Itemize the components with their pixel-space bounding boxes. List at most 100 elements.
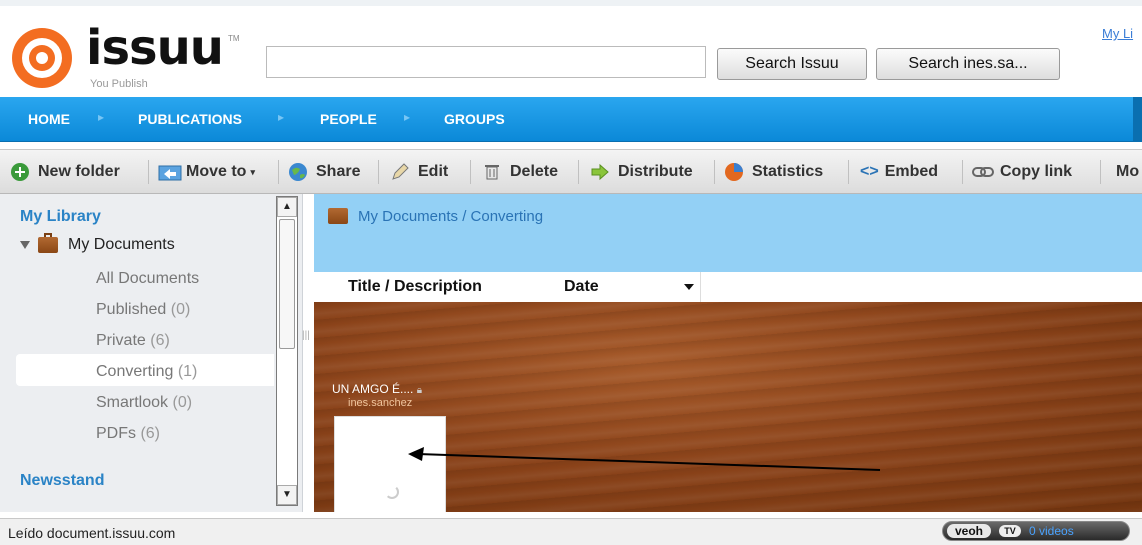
newsstand-title[interactable]: Newsstand (20, 472, 104, 490)
distribute-button[interactable]: Distribute (590, 161, 693, 183)
sidebar-item-converting[interactable]: Converting (1) (96, 363, 197, 381)
brand-name[interactable]: issuu (86, 20, 224, 76)
move-to-label: Move to (186, 163, 247, 180)
scroll-up-icon[interactable]: ▲ (277, 197, 297, 217)
copy-link-label: Copy link (1000, 163, 1073, 180)
nav-people[interactable]: PEOPLE (320, 111, 377, 127)
move-folder-icon (158, 162, 182, 182)
embed-button[interactable]: <> Embed (860, 161, 938, 183)
more-button[interactable]: Mo (1116, 161, 1139, 183)
sidebar-item-published[interactable]: Published (0) (96, 301, 190, 319)
resize-handle[interactable]: ||| (302, 330, 312, 370)
sidebar-item-pdfs[interactable]: PDFs (6) (96, 425, 160, 443)
code-icon: <> (860, 163, 879, 180)
share-button[interactable]: Share (288, 161, 360, 183)
sidebar-item-label: All Documents (96, 270, 200, 287)
pie-chart-icon (724, 162, 746, 182)
divider (962, 160, 963, 184)
library-sidebar: My Library My Documents All Documents Pu… (0, 194, 303, 512)
column-title-description[interactable]: Title / Description (348, 278, 482, 296)
tree-root-label: My Documents (68, 236, 175, 253)
nav-edge (1133, 97, 1142, 141)
search-issuu-button[interactable]: Search Issuu (717, 48, 867, 80)
scroll-down-icon[interactable]: ▼ (277, 485, 297, 505)
new-folder-label: New folder (38, 163, 120, 180)
divider (470, 160, 471, 184)
link-icon (972, 162, 994, 182)
document-thumbnail[interactable] (334, 416, 446, 512)
breadcrumb-bar: My Documents / Converting (314, 194, 1142, 272)
my-library-title[interactable]: My Library (20, 208, 101, 226)
divider (848, 160, 849, 184)
sidebar-item-private[interactable]: Private (6) (96, 332, 170, 350)
sidebar-item-count: (0) (170, 301, 191, 318)
sidebar-item-label: Converting (96, 363, 174, 380)
nav-groups[interactable]: GROUPS (444, 111, 505, 127)
issuu-logo-icon[interactable] (10, 26, 74, 90)
expand-triangle-icon[interactable] (20, 241, 30, 249)
document-title[interactable]: UN AMGO É.... 🔒︎ (332, 382, 422, 396)
veoh-logo: veoh (947, 524, 991, 538)
divider (700, 272, 701, 302)
chevron-down-icon: ▾ (250, 166, 255, 177)
briefcase-icon (328, 208, 348, 224)
trademark: TM (228, 34, 240, 43)
nav-home[interactable]: HOME (28, 111, 70, 127)
main-panel: My Documents / Converting Title / Descri… (314, 194, 1142, 512)
loading-spinner-icon (385, 485, 399, 499)
divider (148, 160, 149, 184)
sidebar-item-smartlook[interactable]: Smartlook (0) (96, 394, 192, 412)
sidebar-item-label: Private (96, 332, 146, 349)
sidebar-item-label: Published (96, 301, 167, 318)
distribute-label: Distribute (618, 163, 693, 180)
new-folder-button[interactable]: New folder (10, 161, 120, 183)
search-input[interactable] (266, 46, 706, 78)
my-library-link[interactable]: My Li (1102, 26, 1133, 41)
status-text: Leído document.issuu.com (8, 525, 176, 541)
divider (1100, 160, 1101, 184)
sort-dropdown-icon[interactable] (684, 284, 694, 290)
statistics-button[interactable]: Statistics (724, 161, 823, 183)
sidebar-item-all-documents[interactable]: All Documents (96, 270, 199, 288)
column-date[interactable]: Date (564, 278, 599, 296)
breadcrumb[interactable]: My Documents / Converting (358, 208, 543, 225)
divider (278, 160, 279, 184)
tree-item-my-documents[interactable]: My Documents (20, 233, 175, 254)
edit-button[interactable]: Edit (390, 161, 448, 183)
sidebar-item-count: (1) (177, 363, 198, 380)
edit-label: Edit (418, 163, 449, 180)
sidebar-item-count: (6) (140, 425, 161, 442)
delete-label: Delete (510, 163, 559, 180)
search-user-button[interactable]: Search ines.sa... (876, 48, 1060, 80)
document-title-text: UN AMGO É.... (332, 382, 414, 396)
sidebar-item-label: Smartlook (96, 394, 169, 411)
veoh-widget[interactable]: veoh TV 0 videos (942, 521, 1130, 541)
divider (714, 160, 715, 184)
veoh-video-count: 0 videos (1029, 524, 1074, 538)
copy-link-button[interactable]: Copy link (972, 161, 1072, 183)
sidebar-item-count: (6) (150, 332, 170, 349)
column-headers: Title / Description Date (314, 272, 1142, 302)
status-bar: Leído document.issuu.com veoh TV 0 video… (0, 518, 1142, 545)
nav-separator-icon: ▸ (404, 110, 411, 124)
header: issuu TM You Publish Search Issuu Search… (0, 0, 1142, 90)
nav-publications[interactable]: PUBLICATIONS (138, 111, 242, 127)
sidebar-scrollbar[interactable]: ▲ ▼ (276, 196, 298, 506)
globe-icon (288, 162, 310, 182)
pencil-icon (390, 162, 412, 182)
scroll-thumb[interactable] (279, 219, 295, 349)
sidebar-item-count: (0) (172, 394, 193, 411)
nav-separator-icon: ▸ (98, 110, 105, 124)
more-label: Mo (1116, 163, 1140, 180)
briefcase-icon (38, 233, 58, 253)
embed-label: Embed (884, 163, 939, 180)
plus-icon (10, 162, 32, 182)
move-to-button[interactable]: Move to ▾ (158, 161, 255, 183)
lock-icon: 🔒︎ (416, 385, 423, 396)
delete-button[interactable]: Delete (482, 161, 558, 183)
document-shelf: UN AMGO É.... 🔒︎ ines.sanchez (314, 302, 1142, 512)
tagline: You Publish (90, 78, 148, 90)
arrow-right-icon (590, 162, 612, 182)
document-user[interactable]: ines.sanchez (348, 397, 412, 409)
divider (578, 160, 579, 184)
